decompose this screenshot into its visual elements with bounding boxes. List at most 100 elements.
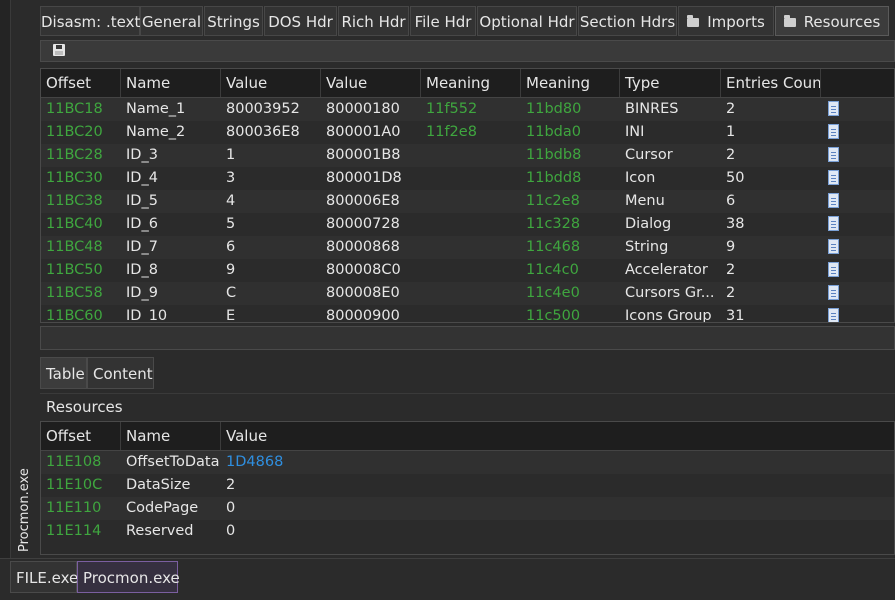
cell-value: 3 bbox=[226, 170, 236, 186]
cell-offset: 11BC30 bbox=[46, 170, 103, 186]
column-header-meaning[interactable]: Meaning bbox=[421, 69, 521, 97]
tab-file-exe[interactable]: FILE.exe bbox=[10, 561, 78, 593]
column-header-meaning-2[interactable]: Meaning bbox=[521, 69, 620, 97]
cell-offset: 11BC50 bbox=[46, 262, 103, 278]
cell-name: Name_2 bbox=[126, 124, 186, 140]
cell-name: ID_6 bbox=[126, 216, 158, 232]
document-icon[interactable] bbox=[828, 285, 839, 300]
cell-meaning bbox=[421, 282, 521, 305]
table-row[interactable]: 11BC18 Name_1 80003952 80000180 11f552 11bd80… bbox=[41, 98, 894, 121]
cell-type: Icon bbox=[625, 170, 656, 186]
document-icon[interactable] bbox=[828, 262, 839, 277]
tab-file-hdr[interactable]: File Hdr bbox=[410, 6, 476, 36]
save-icon[interactable] bbox=[53, 44, 65, 56]
column-header-name[interactable]: Name bbox=[121, 422, 221, 450]
tab-label: File Hdr bbox=[414, 13, 472, 31]
column-header-offset[interactable]: Offset bbox=[41, 422, 121, 450]
cell-entries-count: 1 bbox=[726, 124, 736, 140]
tab-resources[interactable]: Resources bbox=[775, 6, 889, 36]
cell-meaning-2: 11bdd8 bbox=[526, 170, 582, 186]
table-row[interactable]: 11BC20 Name_2 800036E8 800001A0 11f2e8 11bda0… bbox=[41, 121, 894, 144]
cell-name: Reserved bbox=[126, 523, 194, 539]
document-icon[interactable] bbox=[828, 147, 839, 162]
column-header-offset[interactable]: Offset bbox=[41, 69, 121, 97]
cell-entries-count: 9 bbox=[726, 239, 736, 255]
tab-label: Imports bbox=[707, 13, 765, 31]
cell-meaning: 11f2e8 bbox=[426, 124, 477, 140]
bottom-file-tab-bar: FILE.exe Procmon.exe bbox=[0, 558, 895, 600]
cell-entries-count: 6 bbox=[726, 193, 736, 209]
table-row[interactable]: 11E110 CodePage 0 bbox=[41, 497, 894, 520]
column-header-name[interactable]: Name bbox=[121, 69, 221, 97]
cell-meaning bbox=[421, 213, 521, 236]
cell-meaning-2: 11bdb8 bbox=[526, 147, 582, 163]
cell-meaning: 11f552 bbox=[426, 101, 478, 117]
tab-optional-hdr[interactable]: Optional Hdr bbox=[477, 6, 577, 36]
cell-value-2: 80000728 bbox=[326, 216, 400, 232]
cell-value: 2 bbox=[226, 477, 236, 493]
column-header-value[interactable]: Value bbox=[221, 69, 321, 97]
table-row[interactable]: 11E114 Reserved 0 bbox=[41, 520, 894, 543]
cell-value: E bbox=[226, 308, 236, 323]
tab-section-hdrs[interactable]: Section Hdrs bbox=[578, 6, 677, 36]
cell-meaning-2: 11bd80 bbox=[526, 101, 582, 117]
document-icon[interactable] bbox=[828, 193, 839, 208]
table-row[interactable]: 11BC58 ID_9 C 800008E0 11c4e0 Cursors Gr... 2 bbox=[41, 282, 894, 305]
tab-dos-hdr[interactable]: DOS Hdr bbox=[264, 6, 337, 36]
cell-entries-count: 38 bbox=[726, 216, 745, 232]
column-header-value-2[interactable]: Value bbox=[321, 69, 421, 97]
tab-procmon-exe[interactable]: Procmon.exe bbox=[77, 561, 180, 593]
section-label: Resources bbox=[40, 393, 895, 419]
cell-meaning bbox=[421, 190, 521, 213]
table-row[interactable]: 11BC60 ID_10 E 80000900 11c500 Icons Group 31 bbox=[41, 305, 894, 323]
tab-rich-hdr[interactable]: Rich Hdr bbox=[338, 6, 409, 36]
table-row[interactable]: 11E10C DataSize 2 bbox=[41, 474, 894, 497]
tab-table[interactable]: Table bbox=[40, 357, 87, 389]
tab-label: Optional Hdr bbox=[479, 13, 575, 31]
table-row[interactable]: 11E108 OffsetToData 1D4868 bbox=[41, 451, 894, 474]
left-edge-strip bbox=[0, 0, 11, 558]
cell-offset: 11BC28 bbox=[46, 147, 103, 163]
horizontal-scrollbar[interactable] bbox=[40, 326, 895, 350]
cell-meaning-2: 11c4c0 bbox=[526, 262, 579, 278]
cell-entries-count: 50 bbox=[726, 170, 745, 186]
cell-meaning bbox=[421, 259, 521, 282]
document-icon[interactable] bbox=[828, 308, 839, 322]
cell-name: Name_1 bbox=[126, 101, 186, 117]
tab-content[interactable]: Content bbox=[87, 357, 154, 389]
table-header: Offset Name Value Value Meaning Meaning … bbox=[41, 69, 894, 98]
document-icon[interactable] bbox=[828, 216, 839, 231]
vertical-file-tab[interactable]: Procmon.exe bbox=[12, 0, 38, 558]
cell-value: 80003952 bbox=[226, 101, 300, 117]
table-row[interactable]: 11BC28 ID_3 1 800001B8 11bdb8 Cursor 2 bbox=[41, 144, 894, 167]
cell-type: Icons Group bbox=[625, 308, 712, 323]
cell-name: ID_3 bbox=[126, 147, 158, 163]
table-row[interactable]: 11BC40 ID_6 5 80000728 11c328 Dialog 38 bbox=[41, 213, 894, 236]
toolbar bbox=[40, 40, 895, 62]
table-row[interactable]: 11BC30 ID_4 3 800001D8 11bdd8 Icon 50 bbox=[41, 167, 894, 190]
cell-name: OffsetToData bbox=[126, 454, 220, 470]
document-icon[interactable] bbox=[828, 170, 839, 185]
tab-imports[interactable]: Imports bbox=[678, 6, 774, 36]
cell-value: 800036E8 bbox=[226, 124, 300, 140]
document-icon[interactable] bbox=[828, 101, 839, 116]
column-header-value[interactable]: Value bbox=[221, 422, 894, 450]
cell-value-2: 800006E8 bbox=[326, 193, 400, 209]
document-icon[interactable] bbox=[828, 124, 839, 139]
table-row[interactable]: 11BC50 ID_8 9 800008C0 11c4c0 Accelerator 2 bbox=[41, 259, 894, 282]
table-row[interactable]: 11BC48 ID_7 6 80000868 11c468 String 9 bbox=[41, 236, 894, 259]
tab-disasm[interactable]: Disasm: .text bbox=[40, 6, 140, 36]
tab-strings[interactable]: Strings bbox=[204, 6, 263, 36]
tab-general[interactable]: General bbox=[140, 6, 203, 36]
table-row[interactable]: 11BC38 ID_5 4 800006E8 11c2e8 Menu 6 bbox=[41, 190, 894, 213]
cell-value: 9 bbox=[226, 262, 236, 278]
document-icon[interactable] bbox=[828, 239, 839, 254]
cell-name: DataSize bbox=[126, 477, 191, 493]
cell-type: INI bbox=[625, 124, 645, 140]
cell-meaning-2: 11c500 bbox=[526, 308, 581, 323]
column-header-type[interactable]: Type bbox=[620, 69, 721, 97]
cell-meaning-2: 11bda0 bbox=[526, 124, 581, 140]
cell-type: Dialog bbox=[625, 216, 672, 232]
column-header-entries-count[interactable]: Entries Count bbox=[721, 69, 821, 97]
tab-label: Strings bbox=[207, 13, 260, 31]
